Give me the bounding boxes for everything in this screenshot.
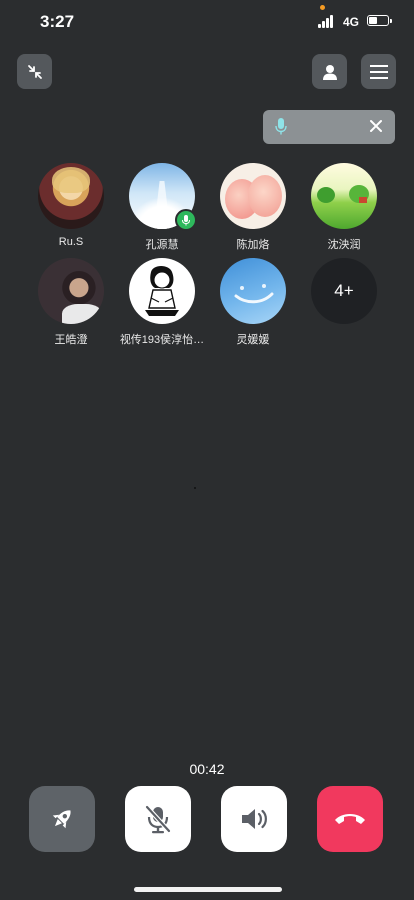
signal-icon (318, 15, 336, 28)
avatar (129, 258, 195, 324)
speaker-icon (242, 809, 267, 829)
mute-button[interactable] (125, 786, 191, 852)
participant-tile[interactable]: 灵媛媛 (208, 258, 298, 347)
hangup-button[interactable] (317, 786, 383, 852)
cloud-smile-image (234, 284, 274, 304)
speaker-button[interactable] (221, 786, 287, 852)
participant-name: 视传193侯淳怡… (119, 334, 205, 346)
call-timer: 00:42 (189, 761, 225, 777)
participant-tile[interactable]: 沈泱润 (299, 163, 389, 252)
minimize-button[interactable] (17, 54, 52, 89)
speaking-indicator (175, 209, 197, 231)
home-indicator[interactable] (134, 887, 282, 892)
rocket-icon (52, 810, 71, 829)
participant-name: 沈泱润 (327, 239, 361, 251)
status-bar: 3:27 4G (0, 0, 414, 44)
avatar (311, 163, 377, 229)
participant-tile[interactable]: Ru.S (26, 163, 116, 248)
participant-name: Ru.S (58, 236, 84, 248)
avatar (38, 258, 104, 324)
network-type: 4G (343, 15, 360, 29)
status-time: 3:27 (40, 12, 75, 31)
mic-icon (182, 214, 190, 225)
participant-name: 王皓澄 (54, 334, 88, 346)
battery-icon (367, 15, 392, 26)
cartoon-sketch-image (145, 266, 179, 316)
more-participants-tile[interactable]: 4+ (299, 258, 389, 324)
participant-name: 灵媛媛 (236, 334, 270, 346)
participant-name: 陈加烙 (236, 239, 270, 251)
mic-icon (275, 118, 287, 135)
add-participant-button[interactable] (312, 54, 347, 89)
active-speaker-bar (263, 110, 395, 144)
avatar (220, 163, 286, 229)
avatar (220, 258, 286, 324)
participant-name: 孔源慧 (145, 239, 179, 251)
participant-tile[interactable]: 王皓澄 (26, 258, 116, 347)
more-participants-count[interactable]: 4+ (311, 258, 377, 324)
center-dot (194, 487, 196, 489)
menu-button[interactable] (361, 54, 396, 89)
minimize-arrows-icon (27, 64, 42, 79)
hamburger-icon (369, 64, 388, 79)
participant-tile[interactable]: 陈加烙 (208, 163, 298, 252)
participant-tile[interactable]: 孔源慧 (117, 163, 207, 252)
camera-indicator-dot (320, 5, 325, 10)
mic-off-icon (144, 804, 172, 834)
share-button[interactable] (29, 786, 95, 852)
avatar (38, 163, 104, 229)
participant-tile[interactable]: 视传193侯淳怡… (117, 258, 207, 347)
close-icon[interactable] (369, 119, 383, 133)
phone-hangup-icon (335, 814, 365, 824)
person-icon (322, 64, 337, 80)
